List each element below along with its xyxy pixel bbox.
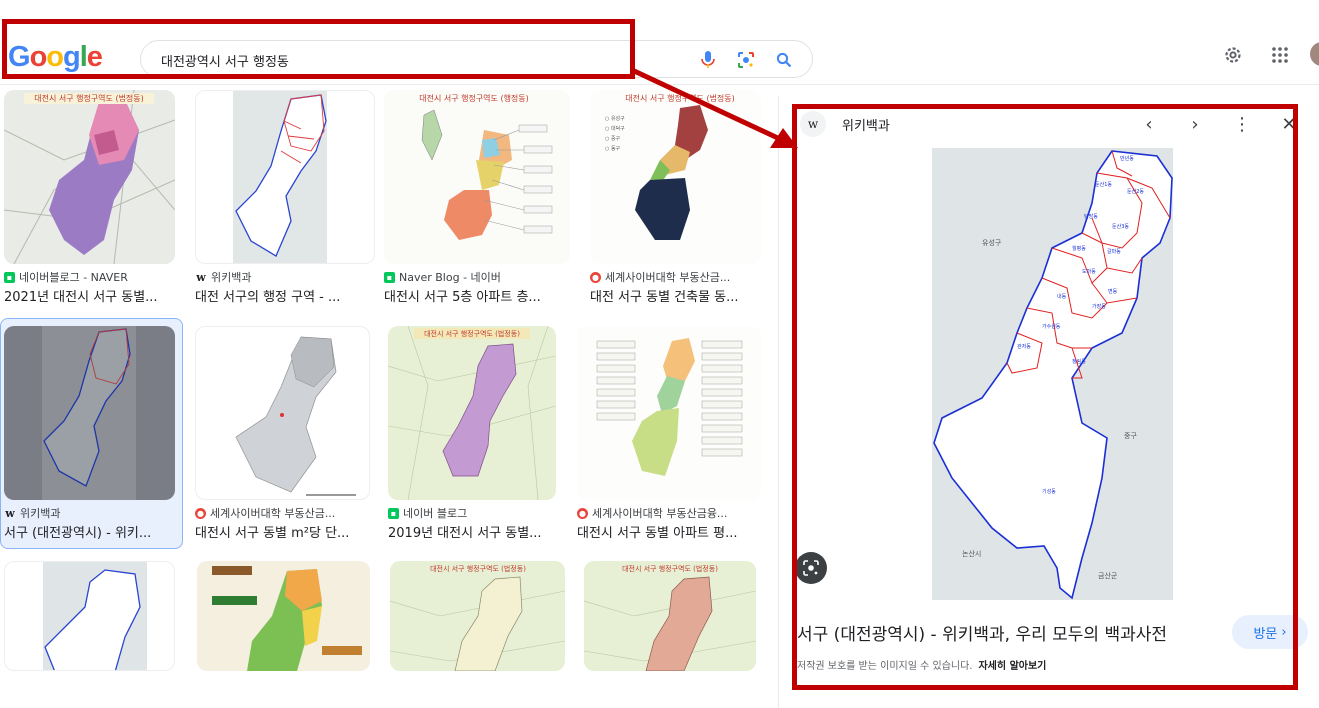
annotation-box-preview [792, 104, 1298, 690]
result-thumbnail[interactable]: 대전시 서구 행정구역도 (행정동) [384, 90, 570, 264]
result-thumbnail[interactable] [4, 561, 175, 671]
thumb-title: 대전시 서구 행정구역도 (법정동) [34, 93, 144, 103]
svg-text:○ 중구: ○ 중구 [605, 136, 621, 142]
source-label: Naver Blog - 네이버 [399, 271, 501, 284]
naver-blog-icon: ▪ [4, 271, 15, 283]
annotation-box-search [2, 19, 635, 79]
result-thumbnail[interactable]: 대전시 서구 행정구역도 (법정동) [4, 90, 175, 264]
svg-text:○ 동구: ○ 동구 [605, 146, 621, 152]
result-thumbnail[interactable]: 대전시 서구 행정구역도 (법정동) [390, 561, 565, 671]
result-title[interactable]: 대전시 서구 동별 아파트 평... [577, 522, 761, 541]
source-label: 세계사이버대학 부동산금... [210, 507, 336, 520]
search-icon[interactable] [771, 47, 797, 73]
thumb-title: 대전시 서구 행정구역도 (법정동) [622, 564, 718, 573]
result-source: ● 세계사이버대학 부동산금융... [577, 505, 727, 521]
result-thumbnail[interactable] [195, 90, 375, 264]
result-thumbnail[interactable]: 대전시 서구 행정구역도 (법정동) [584, 561, 756, 671]
result-title[interactable]: 대전시 서구 동별 m²당 단... [195, 522, 370, 541]
svg-text:○ 유성구: ○ 유성구 [605, 115, 625, 122]
svg-text:○ 대덕구: ○ 대덕구 [605, 125, 625, 132]
naver-blog-icon: ▪ [388, 507, 399, 519]
result-source: w 위키백과 [4, 505, 60, 521]
google-images-page: Google 대전시 서구 [0, 0, 1319, 708]
source-label: 세계사이버대학 부동산금... [605, 271, 731, 284]
result-source: ▪ Naver Blog - 네이버 [384, 269, 501, 285]
result-source: ▪ 네이버블로그 - NAVER [4, 269, 128, 285]
apps-grid-icon[interactable] [1267, 42, 1293, 68]
header-divider [0, 84, 1319, 85]
naver-blog-icon: ▪ [384, 271, 395, 283]
result-title[interactable]: 2021년 대전시 서구 동별... [4, 286, 175, 305]
result-thumbnail[interactable] [195, 326, 370, 500]
result-thumbnail[interactable] [577, 326, 761, 500]
result-title[interactable]: 대전 서구의 행정 구역 - ... [195, 286, 375, 305]
result-thumbnail[interactable]: 대전시 서구 행정구역도 (법정동) [388, 326, 556, 500]
thumb-title: 대전시 서구 행정구역도 (법정동) [424, 329, 520, 338]
thumb-title: 대전시 서구 행정구역도 (법정동) [430, 564, 526, 573]
result-thumbnail[interactable]: 대전시 서구 행정구역도 (법정동) ○ 유성구 ○ 대덕구 ○ 중구 ○ 동구 [590, 90, 761, 264]
source-label: 세계사이버대학 부동산금융... [592, 507, 728, 520]
voice-search-icon[interactable] [695, 47, 721, 73]
result-thumbnail[interactable] [4, 326, 175, 500]
result-title[interactable]: 서구 (대전광역시) - 위키... [4, 522, 175, 541]
result-source: w 위키백과 [195, 269, 251, 285]
source-label: 위키백과 [20, 507, 61, 520]
cyber-univ-icon: ● [577, 507, 588, 519]
lens-search-icon[interactable] [733, 47, 759, 73]
thumb-title: 대전시 서구 행정구역도 (법정동) [625, 93, 735, 103]
result-source: ▪ 네이버 블로그 [388, 505, 467, 521]
thumb-title: 대전시 서구 행정구역도 (행정동) [419, 93, 529, 103]
source-label: 네이버 블로그 [403, 507, 468, 520]
source-label: 네이버블로그 - NAVER [19, 271, 128, 284]
result-title[interactable]: 대전시 서구 5층 아파트 층... [384, 286, 570, 305]
source-label: 위키백과 [211, 271, 252, 284]
account-avatar[interactable] [1310, 42, 1319, 66]
result-source: ● 세계사이버대학 부동산금... [195, 505, 335, 521]
result-thumbnail[interactable] [197, 561, 370, 671]
cyber-univ-icon: ● [195, 507, 206, 519]
result-source: ● 세계사이버대학 부동산금... [590, 269, 730, 285]
result-title[interactable]: 대전 서구 동별 건축물 동... [590, 286, 761, 305]
settings-gear-icon[interactable] [1220, 42, 1246, 68]
wikipedia-icon: w [196, 270, 206, 284]
result-title[interactable]: 2019년 대전시 서구 동별... [388, 522, 556, 541]
cyber-univ-icon: ● [590, 271, 601, 283]
wikipedia-icon: w [5, 506, 15, 520]
